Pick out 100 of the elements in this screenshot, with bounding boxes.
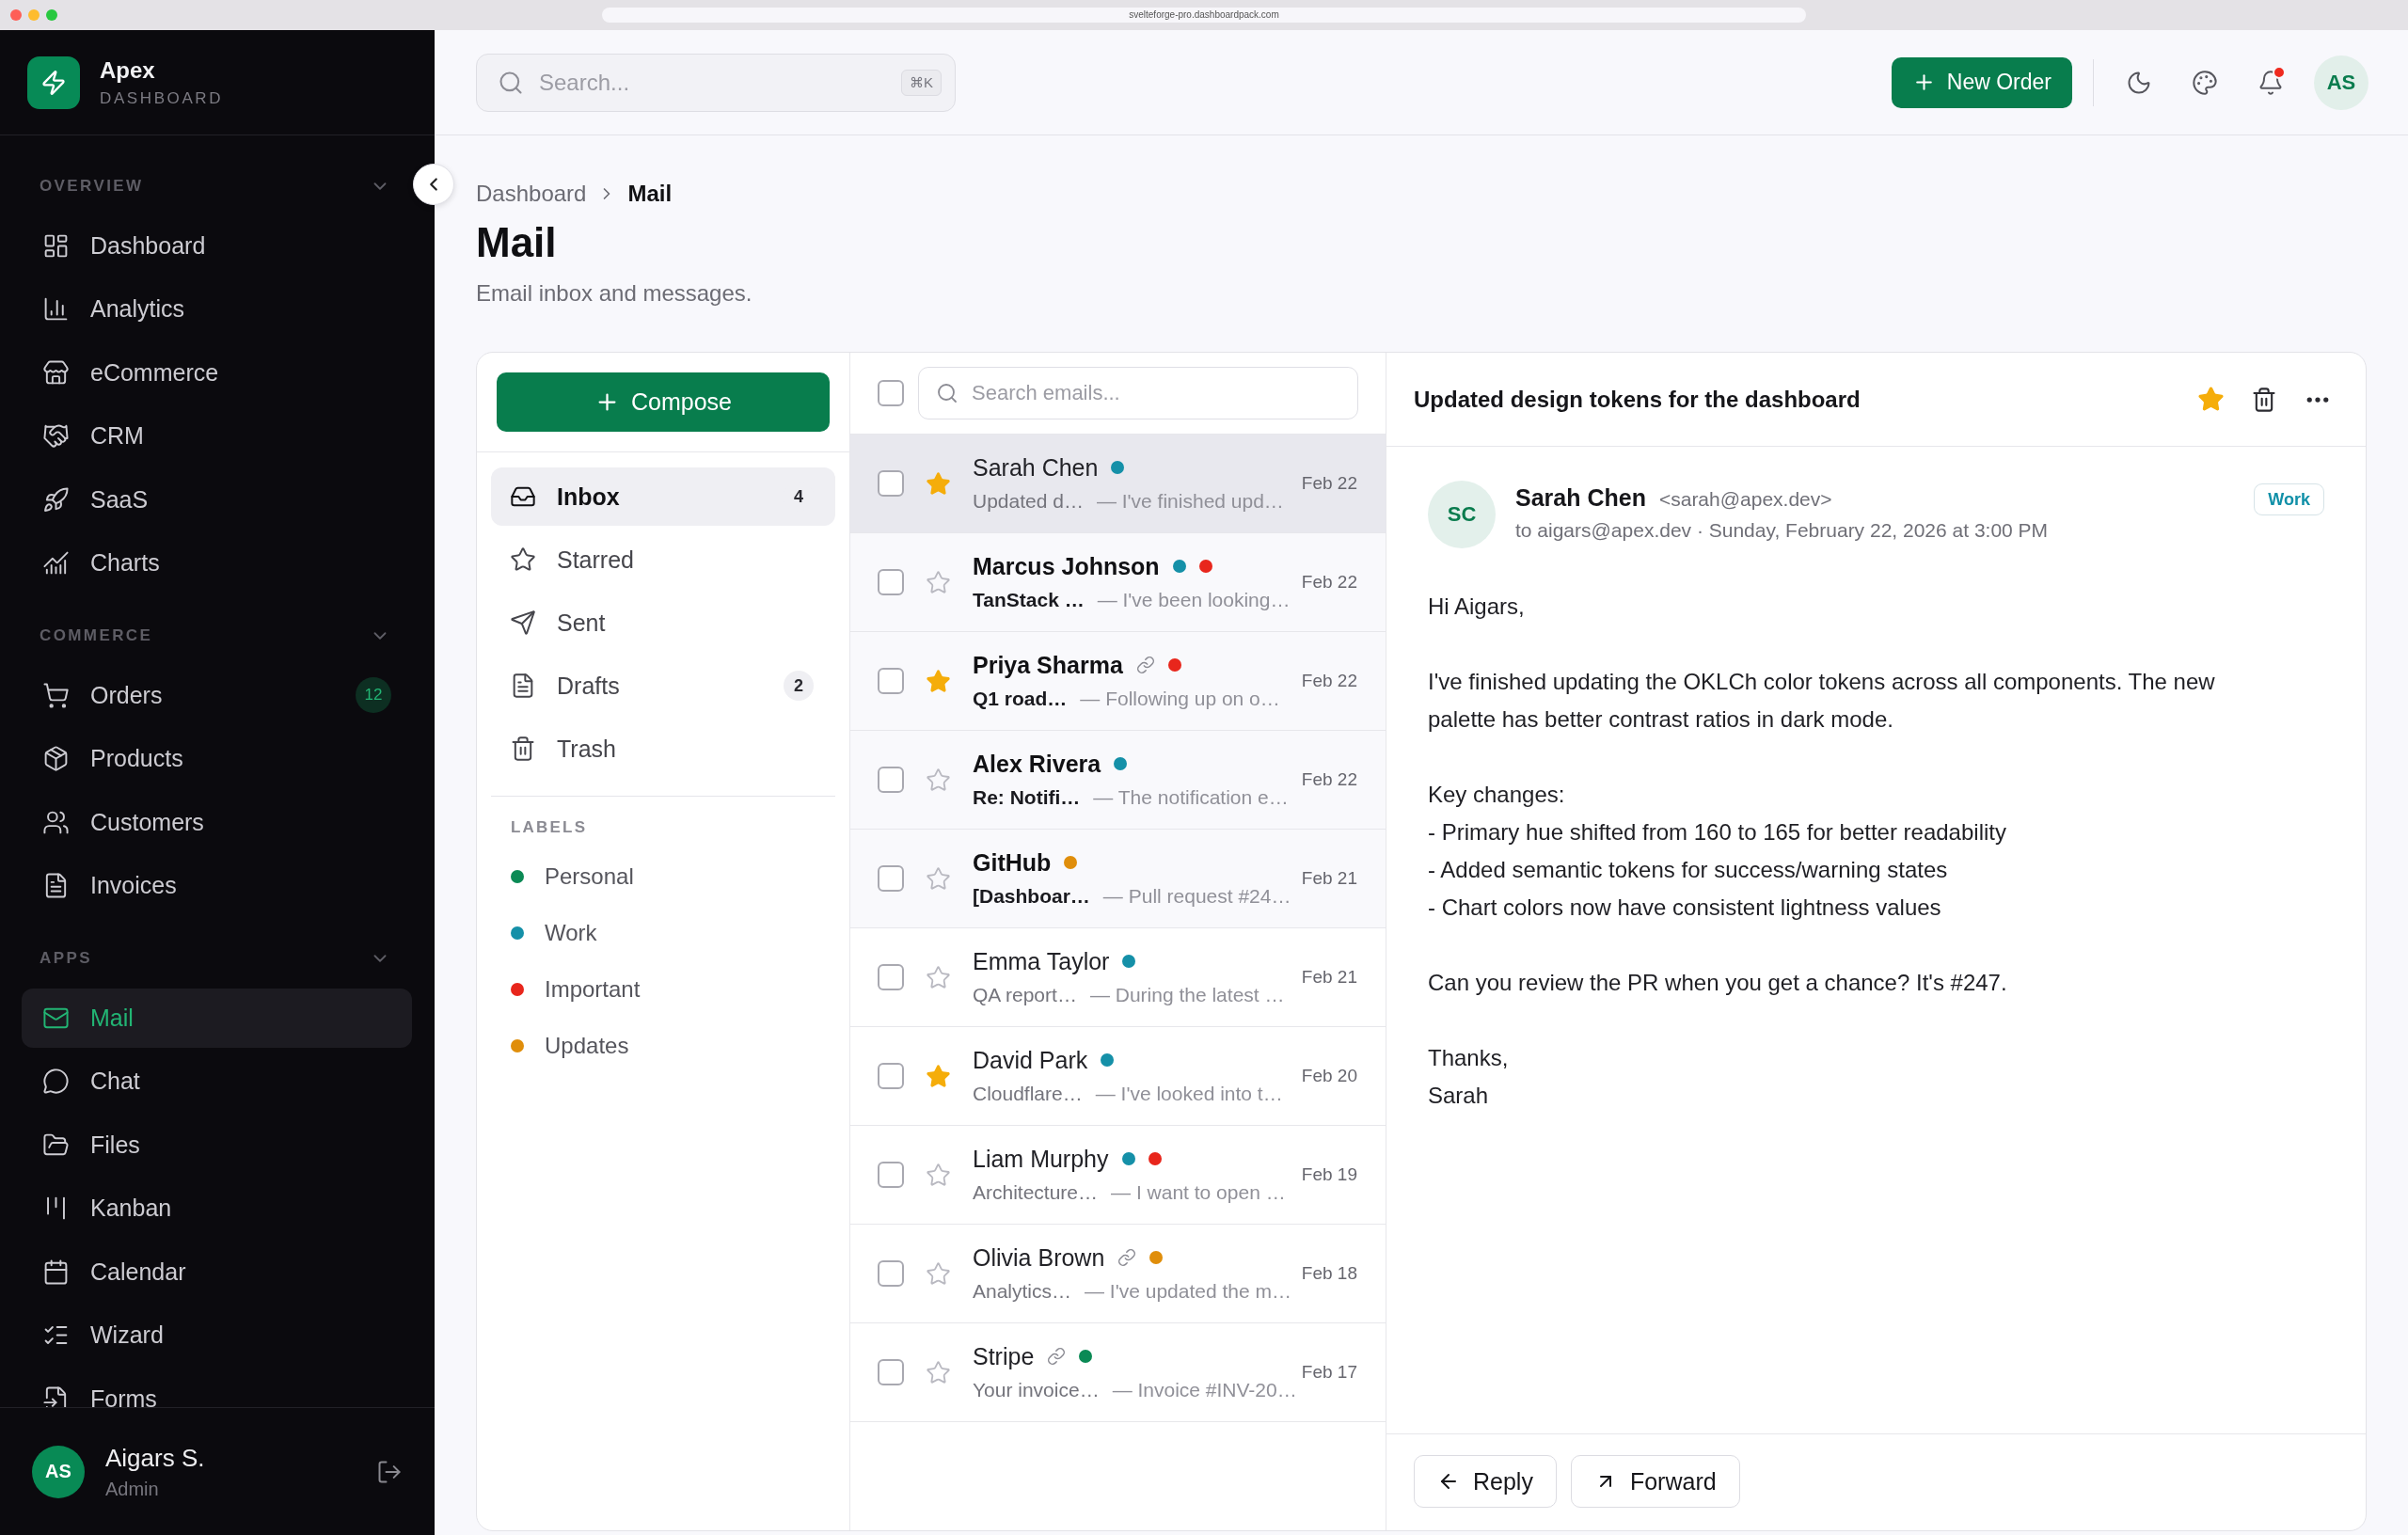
user-role: Admin [105,1478,160,1500]
email-preview: — The notification e… [1093,786,1289,809]
sender-name: Stripe [973,1342,1035,1370]
breadcrumb-link[interactable]: Dashboard [476,181,587,207]
palette-icon[interactable] [2192,69,2218,96]
email-subject: Analytics… [973,1280,1072,1303]
trash-icon[interactable] [2251,386,2277,413]
folder-item[interactable]: Inbox 4 [491,467,835,526]
nav-item[interactable]: Analytics [22,279,412,339]
checkbox[interactable] [878,1063,904,1089]
nav-item[interactable]: Wizard [22,1306,412,1365]
email-date: Feb 22 [1301,671,1357,691]
email-preview: — I've looked into t… [1095,1083,1283,1105]
nav-item[interactable]: eCommerce [22,343,412,403]
folder-item[interactable]: Starred [491,530,835,589]
nav-item[interactable]: Mail [22,989,412,1048]
star-icon[interactable] [926,1260,951,1287]
nav-item[interactable]: Charts [22,533,412,593]
email-date: Feb 22 [1301,572,1357,593]
email-row[interactable]: Marcus Johnson TanStack … — I've been looking… Feb 22 [850,533,1386,632]
checkbox[interactable] [878,569,904,595]
compose-button[interactable]: Compose [497,372,830,432]
sender-email: <sarah@apex.dev> [1658,488,1832,511]
nav-item[interactable]: Products [22,729,412,788]
email-date: Feb 22 [1301,769,1357,790]
checkbox[interactable] [878,1162,904,1188]
star-icon[interactable] [926,767,951,793]
email-date: Feb 22 [1301,473,1357,494]
nav-item[interactable]: Chat [22,1052,412,1111]
star-icon[interactable] [926,865,951,892]
star-icon[interactable] [926,964,951,990]
label-item[interactable]: Work [477,905,849,961]
email-subject: QA report… [973,984,1077,1006]
star-icon[interactable] [926,1162,951,1188]
email-date: Feb 17 [1301,1362,1357,1383]
checkbox[interactable] [878,1260,904,1287]
folder-item[interactable]: Sent [491,593,835,652]
sender-avatar: SC [1428,481,1496,548]
email-row[interactable]: Priya Sharma Q1 road… — Following up on o… Feb 22 [850,632,1386,731]
nav-item[interactable]: CRM [22,406,412,466]
email-body-text: Hi Aigars, [1428,593,1526,621]
star-icon[interactable] [2197,386,2225,413]
search-field[interactable]: Search... ⌘K [476,53,956,112]
star-icon[interactable] [926,470,951,497]
window-minimize-icon[interactable] [28,9,40,21]
trash-icon [510,736,536,762]
email-preview: — Following up on o… [1080,688,1280,710]
email-row[interactable]: Alex Rivera Re: Notifi… — The notification e… Feb 22 [850,731,1386,830]
email-body-text: - Chart colors now have consistent lightness values [1428,894,1942,922]
folder-item[interactable]: Drafts 2 [491,657,835,715]
email-date: Feb 21 [1301,868,1357,889]
checkbox[interactable] [878,1359,904,1385]
email-row[interactable]: Sarah Chen Updated d… — I've finished upd… Feb 22 [850,435,1386,533]
checkbox[interactable] [878,668,904,694]
user-avatar[interactable]: AS [32,1445,85,1498]
star-icon[interactable] [926,569,951,595]
email-meta: to aigars@apex.dev · Sunday, February 22, 2026 at 3:00 PM [1515,519,2050,542]
star-icon[interactable] [926,1063,951,1089]
star-icon[interactable] [926,1359,951,1385]
checkbox[interactable] [878,964,904,990]
email-subject: Cloudflare… [973,1083,1083,1105]
nav-item[interactable]: Calendar [22,1242,412,1302]
rocket-icon [42,485,70,514]
sender-name: GitHub [973,848,1052,877]
count-badge: 12 [356,677,391,714]
star-icon[interactable] [926,668,951,694]
folder-item[interactable]: Trash [491,720,835,778]
nav-item[interactable]: Dashboard [22,216,412,276]
nav-item[interactable]: Kanban [22,1179,412,1238]
email-body-text: I've finished updating the OKLCh color tokens across all components. The new palette has better contrast ratios in dark mode. [1428,668,2216,734]
reply-button[interactable]: Reply [1414,1455,1557,1508]
nav-item[interactable]: Orders 12 [22,666,412,725]
email-row[interactable]: GitHub [Dashboar… — Pull request #24… Feb 21 [850,830,1386,928]
forward-button[interactable]: Forward [1570,1455,1740,1508]
calendar-icon [42,1258,70,1286]
new-order-button[interactable]: New Order [1891,56,2072,108]
sender-name: David Park [973,1046,1088,1074]
window-close-icon[interactable] [10,9,22,21]
user-avatar[interactable]: AS [2314,55,2368,110]
chat-bubble-icon [42,1068,70,1096]
bell-icon[interactable] [2258,69,2284,96]
nav-section-title: OVERVIEW [40,177,144,196]
nav-item[interactable]: Forms [22,1369,412,1407]
nav-item[interactable]: Customers [22,793,412,852]
checkbox[interactable] [878,865,904,892]
email-preview: — I've finished upd… [1096,490,1284,513]
email-subject: [Dashboar… [973,885,1090,908]
nav-item[interactable]: Invoices [22,856,412,915]
nav-item[interactable]: Files [22,1116,412,1175]
label-item[interactable]: Important [477,961,849,1018]
search-icon [498,69,524,96]
label-item[interactable]: Personal [477,848,849,905]
email-subject: Re: Notifi… [973,786,1081,809]
nav-item[interactable]: SaaS [22,470,412,530]
address-bar[interactable]: svelteforge-pro.dashboardpack.com [602,8,1806,23]
window-maximize-icon[interactable] [46,9,57,21]
checkbox[interactable] [878,470,904,497]
checkbox[interactable] [878,380,904,406]
checkbox[interactable] [878,767,904,793]
label-item[interactable]: Updates [477,1018,849,1074]
